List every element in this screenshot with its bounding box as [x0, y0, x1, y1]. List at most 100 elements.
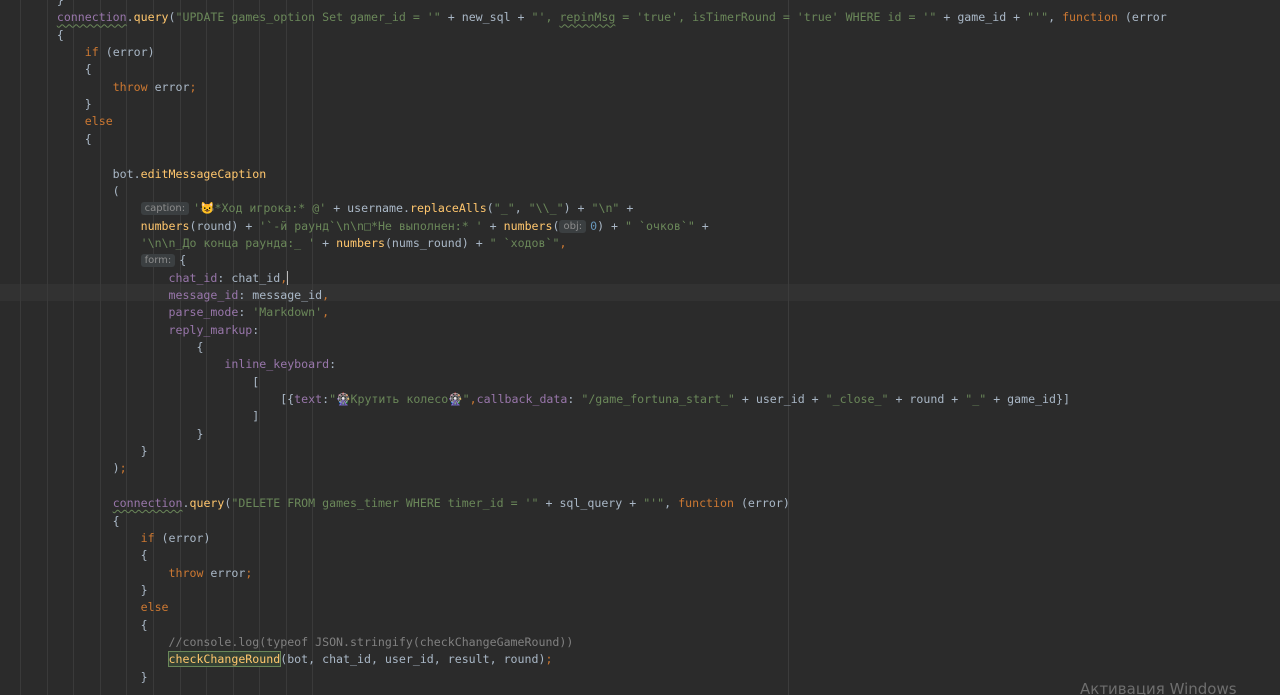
- code-line[interactable]: parse_mode: 'Markdown',: [1, 304, 330, 321]
- indent-guide: [259, 0, 260, 695]
- code-line[interactable]: {: [1, 513, 120, 530]
- code-line[interactable]: {: [1, 27, 64, 44]
- indent-guide: [233, 0, 234, 695]
- code-token: "🎡Крутить колесо🎡": [329, 392, 470, 407]
- code-line[interactable]: }: [1, 582, 148, 599]
- code-token: ;: [119, 461, 127, 476]
- code-line[interactable]: {: [1, 547, 148, 564]
- code-token: message_id: [168, 287, 239, 302]
- code-token: "_close_": [825, 392, 889, 407]
- code-token: ,: [559, 235, 567, 250]
- code-token: +: [694, 218, 709, 233]
- code-token: "\n": [591, 201, 620, 216]
- code-line[interactable]: checkChangeRound(bot, chat_id, user_id, …: [1, 651, 552, 668]
- code-token: }: [1, 426, 204, 441]
- code-token: ]: [1, 409, 260, 424]
- code-line[interactable]: if (error): [1, 44, 155, 61]
- code-token: +: [315, 235, 337, 250]
- code-line[interactable]: (: [1, 183, 120, 200]
- code-token: text: [294, 392, 323, 407]
- code-line[interactable]: }: [1, 426, 203, 443]
- code-line[interactable]: bot.editMessageCaption: [1, 166, 267, 183]
- code-line[interactable]: else: [1, 599, 169, 616]
- code-line[interactable]: numbers(round) + '`-й раунд`\n\n□*Не вып…: [1, 218, 709, 235]
- code-line[interactable]: if (error): [1, 530, 211, 547]
- code-token: repinMsg: [559, 10, 616, 25]
- code-line[interactable]: '\n\n_До конца раунда:_ ' + numbers(nums…: [1, 235, 567, 252]
- code-line[interactable]: {: [1, 339, 203, 356]
- code-line[interactable]: reply_markup:: [1, 322, 260, 339]
- code-token: (: [552, 218, 560, 233]
- code-token: :: [252, 322, 260, 337]
- code-line[interactable]: throw error;: [1, 565, 253, 582]
- code-line[interactable]: chat_id: chat_id,: [1, 270, 289, 287]
- code-line[interactable]: //console.log(typeof JSON.stringify(chec…: [1, 634, 574, 651]
- code-token: if: [84, 45, 99, 60]
- code-token: + round +: [888, 392, 966, 407]
- code-token: }: [1, 0, 64, 7]
- code-token: {: [1, 617, 148, 632]
- code-line[interactable]: else: [1, 113, 113, 130]
- code-token: editMessageCaption: [140, 166, 267, 181]
- code-token: {: [1, 62, 92, 77]
- code-line[interactable]: {: [1, 131, 92, 148]
- code-token: connection: [56, 10, 127, 25]
- code-token: //console.log(typeof JSON.stringify(chec…: [168, 634, 574, 649]
- code-line[interactable]: message_id: message_id,: [1, 287, 330, 304]
- code-line[interactable]: }: [1, 443, 148, 460]
- indent-guide: [206, 0, 207, 695]
- code-line[interactable]: }: [1, 669, 148, 686]
- code-line[interactable]: {: [1, 617, 148, 634]
- code-token: parse_mode: [168, 305, 239, 320]
- code-token: .: [126, 10, 134, 25]
- code-token: ,: [664, 496, 679, 511]
- parameter-hint: form:: [140, 254, 176, 268]
- code-token: + new_sql +: [440, 10, 532, 25]
- code-token: }: [1, 97, 92, 112]
- code-line[interactable]: ]: [1, 408, 259, 425]
- code-line[interactable]: );: [1, 460, 127, 477]
- code-line[interactable]: {: [1, 61, 92, 78]
- code-token: :: [238, 305, 253, 320]
- code-line[interactable]: inline_keyboard:: [1, 356, 336, 373]
- code-token: {: [1, 131, 92, 146]
- code-line[interactable]: }: [1, 0, 64, 9]
- code-line[interactable]: throw error;: [1, 79, 197, 96]
- code-token: callback_data: [476, 392, 568, 407]
- code-token: + game_id +: [936, 10, 1028, 25]
- code-token: [: [1, 374, 260, 389]
- code-line[interactable]: connection.query("UPDATE games_option Se…: [1, 9, 1167, 26]
- code-token: "DELETE FROM games_timer WHERE timer_id …: [231, 496, 539, 511]
- code-line[interactable]: connection.query("DELETE FROM games_time…: [1, 495, 790, 512]
- code-line[interactable]: }: [1, 96, 92, 113]
- code-editor[interactable]: } connection.query("UPDATE games_option …: [0, 0, 1280, 695]
- code-token: query: [133, 10, 169, 25]
- code-token: ,: [469, 392, 477, 407]
- code-token: error: [203, 565, 246, 580]
- code-token: numbers: [503, 218, 553, 233]
- code-token: [{: [1, 392, 295, 407]
- code-token: error: [147, 79, 190, 94]
- code-token: "_": [965, 392, 987, 407]
- code-line[interactable]: form:{: [1, 252, 186, 269]
- code-line[interactable]: caption: '😺*Ход игрока:* @' + username.re…: [1, 200, 633, 217]
- code-line[interactable]: [{text:"🎡Крутить колесо🎡",callback_data:…: [1, 391, 1070, 408]
- code-token: {: [1, 340, 204, 354]
- code-token: {: [1, 548, 148, 563]
- windows-activation-watermark: Активация Windows: [1080, 680, 1237, 695]
- code-token: (: [1, 183, 120, 198]
- text-caret: [287, 270, 289, 285]
- code-token: ,: [1048, 10, 1063, 25]
- indent-guide: [312, 0, 313, 695]
- code-token: + username.: [333, 201, 410, 216]
- code-token: ;: [545, 652, 553, 667]
- code-token: "'": [643, 496, 665, 511]
- code-token: +: [619, 201, 634, 216]
- code-line[interactable]: [: [1, 374, 259, 391]
- code-token: ) +: [563, 201, 592, 216]
- code-token: inline_keyboard: [224, 357, 330, 372]
